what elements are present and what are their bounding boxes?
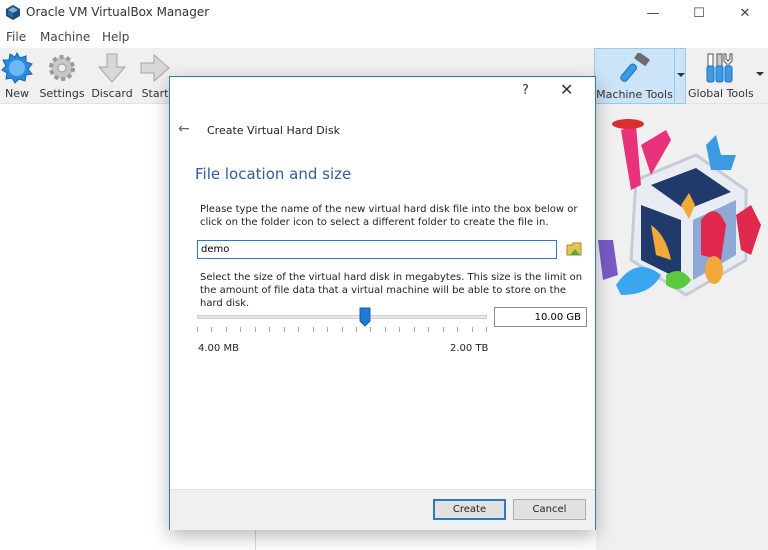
start-label: Start bbox=[141, 87, 169, 100]
slider-tick bbox=[240, 327, 242, 332]
virtualbox-manager-window: Oracle VM VirtualBox Manager — ☐ ✕ File … bbox=[0, 0, 768, 550]
disk-size-input[interactable] bbox=[494, 307, 587, 327]
new-button[interactable]: New bbox=[0, 48, 34, 104]
menu-bar: File Machine Help bbox=[0, 26, 768, 48]
settings-button[interactable]: Settings bbox=[38, 48, 86, 104]
discard-label: Discard bbox=[91, 87, 133, 100]
disk-size-slider[interactable] bbox=[197, 307, 487, 337]
slider-min-label: 4.00 MB bbox=[198, 343, 239, 354]
machine-tools-label: Machine Tools bbox=[596, 88, 673, 101]
slider-tick bbox=[211, 327, 213, 332]
slider-tick bbox=[298, 327, 300, 332]
create-button[interactable]: Create bbox=[433, 499, 506, 520]
slider-tick bbox=[471, 327, 473, 332]
dialog-close-button[interactable]: ✕ bbox=[560, 80, 573, 99]
file-location-description: Please type the name of the new virtual … bbox=[200, 204, 578, 228]
settings-label: Settings bbox=[39, 87, 85, 100]
caret-down-icon bbox=[756, 72, 764, 76]
slider-tick bbox=[486, 327, 487, 332]
back-arrow-icon[interactable]: ← bbox=[178, 121, 190, 137]
slider-tick bbox=[413, 327, 415, 332]
slider-tick bbox=[269, 327, 271, 332]
maximize-button[interactable]: ☐ bbox=[676, 0, 722, 26]
dialog-footer: Create Cancel bbox=[170, 489, 595, 530]
menu-help[interactable]: Help bbox=[102, 30, 129, 44]
slider-tick bbox=[384, 327, 386, 332]
slider-tick bbox=[254, 327, 256, 332]
slider-tick bbox=[197, 327, 198, 332]
menu-file[interactable]: File bbox=[6, 30, 26, 44]
slider-tick bbox=[370, 327, 372, 332]
slider-tick bbox=[312, 327, 314, 332]
new-label: New bbox=[5, 87, 29, 100]
hammer-icon bbox=[620, 53, 650, 82]
gear-icon bbox=[49, 55, 75, 81]
menu-machine[interactable]: Machine bbox=[40, 30, 90, 44]
caret-down-icon bbox=[677, 73, 685, 77]
slider-track[interactable] bbox=[197, 315, 487, 319]
window-title: Oracle VM VirtualBox Manager bbox=[26, 5, 210, 19]
slider-tick bbox=[457, 327, 459, 332]
slider-tick bbox=[283, 327, 285, 332]
slider-max-label: 2.00 TB bbox=[450, 343, 489, 354]
section-title: File location and size bbox=[195, 165, 352, 183]
tools-icon bbox=[706, 53, 733, 83]
slider-tick bbox=[442, 327, 444, 332]
global-tools-button[interactable]: Global Tools bbox=[688, 48, 754, 104]
create-virtual-hard-disk-dialog: ? ✕ ← Create Virtual Hard Disk File loca… bbox=[169, 76, 596, 530]
slider-tick bbox=[225, 327, 227, 332]
slider-thumb[interactable] bbox=[359, 307, 371, 327]
slider-tick bbox=[399, 327, 401, 332]
arrow-down-icon bbox=[97, 53, 127, 83]
cancel-button[interactable]: Cancel bbox=[513, 499, 586, 520]
start-button[interactable]: Start bbox=[138, 48, 172, 104]
machine-tools-dropdown[interactable] bbox=[674, 49, 685, 103]
global-tools-dropdown[interactable] bbox=[753, 48, 767, 104]
slider-tick bbox=[428, 327, 430, 332]
machine-tools-button[interactable]: Machine Tools bbox=[594, 48, 686, 104]
discard-button[interactable]: Discard bbox=[90, 48, 134, 104]
global-tools-label: Global Tools bbox=[688, 87, 754, 100]
virtualbox-logo-icon bbox=[6, 5, 20, 20]
slider-tick bbox=[341, 327, 343, 332]
choose-folder-icon[interactable] bbox=[566, 241, 583, 258]
help-button[interactable]: ? bbox=[522, 83, 529, 98]
new-starburst-icon bbox=[1, 52, 33, 84]
title-bar: Oracle VM VirtualBox Manager — ☐ ✕ bbox=[0, 0, 768, 26]
virtualbox-mascot-illustration bbox=[598, 119, 761, 297]
minimize-button[interactable]: — bbox=[630, 0, 676, 26]
arrow-right-icon bbox=[140, 53, 170, 83]
size-description: Select the size of the virtual hard disk… bbox=[200, 272, 583, 309]
dialog-title: Create Virtual Hard Disk bbox=[207, 124, 340, 137]
slider-tick bbox=[327, 327, 329, 332]
close-window-button[interactable]: ✕ bbox=[722, 0, 768, 26]
slider-tick bbox=[355, 327, 357, 332]
file-name-input[interactable] bbox=[197, 240, 557, 259]
